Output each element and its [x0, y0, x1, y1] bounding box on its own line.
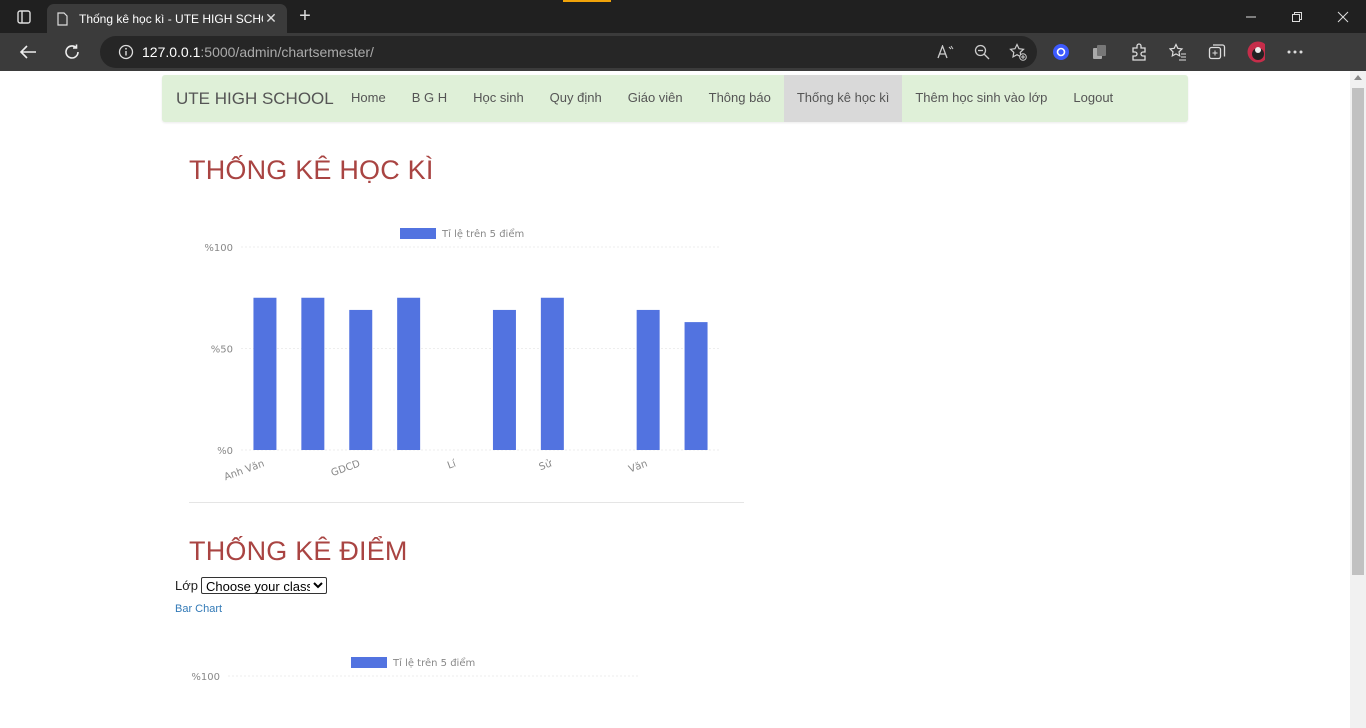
- legend-swatch: [351, 657, 387, 668]
- bar: [636, 309, 660, 450]
- y-tick-label: %100: [204, 243, 233, 254]
- browser-tab-active[interactable]: Thống kê học kì - UTE HIGH SCHOOL ✕: [47, 4, 287, 33]
- brand-logo[interactable]: UTE HIGH SCHOOL: [176, 75, 334, 122]
- score-stats-title: THỐNG KÊ ĐIỂM: [189, 536, 408, 566]
- page-icon: [55, 11, 69, 26]
- bar: [301, 297, 325, 450]
- nav-item-2[interactable]: Học sinh: [460, 75, 537, 122]
- nav-item-6[interactable]: Thống kê học kì: [783, 75, 903, 122]
- legend-label: Tỉ lệ trên 5 điểm: [392, 656, 475, 669]
- bar: [349, 309, 373, 450]
- add-favorite-icon[interactable]: [1009, 43, 1027, 61]
- profile-avatar-icon[interactable]: [1247, 41, 1265, 63]
- nav-menu: Home B G H Học sinh Quy định Giáo viên Thông …: [338, 75, 1126, 122]
- section-divider: [189, 502, 744, 503]
- y-tick-label: %0: [217, 446, 233, 457]
- close-window-icon[interactable]: [1320, 0, 1366, 33]
- class-select[interactable]: Choose your class: [201, 577, 327, 594]
- x-tick-label: Văn: [627, 458, 649, 475]
- minimize-icon[interactable]: [1228, 0, 1274, 33]
- tab-title: Thống kê học kì - UTE HIGH SCHOOL: [79, 11, 263, 26]
- extension-copy-icon[interactable]: [1091, 43, 1109, 61]
- collections-icon[interactable]: [1208, 43, 1226, 61]
- tab-actions-icon[interactable]: [10, 6, 38, 28]
- page-scrollbar[interactable]: [1350, 71, 1366, 728]
- bar: [540, 297, 564, 450]
- new-tab-icon[interactable]: +: [294, 5, 316, 27]
- tab-accent-line: [563, 0, 611, 2]
- class-filter: Lớp Choose your class: [175, 577, 327, 594]
- x-tick-label: GDCD: [330, 458, 362, 479]
- bar-chart-link[interactable]: Bar Chart: [175, 603, 222, 615]
- legend-swatch: [400, 228, 436, 239]
- bar: [397, 297, 421, 450]
- main-navbar: UTE HIGH SCHOOL Home B G H Học sinh Quy địn…: [162, 75, 1188, 122]
- extensions-puzzle-icon[interactable]: [1130, 43, 1148, 61]
- scroll-up-icon[interactable]: [1354, 75, 1362, 80]
- x-tick-label: Sử: [537, 457, 554, 473]
- site-info-icon[interactable]: [118, 44, 134, 60]
- semester-bar-chart: Tỉ lệ trên 5 điểm %100 %50 %0Anh Văn GDCD Lí S…: [204, 227, 720, 483]
- scroll-thumb[interactable]: [1352, 88, 1364, 575]
- bar: [684, 322, 708, 450]
- semester-stats-title: THỐNG KÊ HỌC KÌ: [189, 155, 434, 185]
- bar: [492, 309, 516, 450]
- class-label: Lớp: [175, 578, 198, 593]
- nav-item-4[interactable]: Giáo viên: [615, 75, 696, 122]
- bar: [253, 297, 277, 450]
- nav-item-1[interactable]: B G H: [399, 75, 460, 122]
- browser-tab-bar: Thống kê học kì - UTE HIGH SCHOOL ✕ +: [0, 0, 1366, 33]
- x-tick-label: Anh Văn: [223, 458, 266, 483]
- restore-icon[interactable]: [1274, 0, 1320, 33]
- x-tick-label: Lí: [446, 457, 459, 472]
- y-tick-label: %100: [191, 672, 220, 683]
- score-bar-chart: Tỉ lệ trên 5 điểm %100: [191, 656, 640, 683]
- extension-blue-icon[interactable]: [1052, 43, 1070, 61]
- url-field[interactable]: 127.0.0.1:5000/admin/chartsemester/: [100, 36, 1037, 68]
- url-path: :5000/admin/chartsemester/: [200, 44, 374, 60]
- settings-more-icon[interactable]: [1286, 43, 1304, 61]
- read-aloud-icon[interactable]: [937, 43, 955, 61]
- nav-item-3[interactable]: Quy định: [537, 75, 615, 122]
- refresh-icon[interactable]: [57, 37, 87, 67]
- nav-item-8[interactable]: Logout: [1060, 75, 1126, 122]
- page-viewport: UTE HIGH SCHOOL Home B G H Học sinh Quy địn…: [0, 71, 1350, 728]
- nav-item-7[interactable]: Thêm học sinh vào lớp: [902, 75, 1060, 122]
- nav-item-5[interactable]: Thông báo: [696, 75, 784, 122]
- address-bar: 127.0.0.1:5000/admin/chartsemester/: [0, 33, 1366, 71]
- url-host: 127.0.0.1: [142, 44, 201, 60]
- y-tick-label: %50: [211, 345, 233, 356]
- close-tab-icon[interactable]: ✕: [263, 10, 279, 27]
- favorites-icon[interactable]: [1169, 43, 1187, 61]
- legend-label: Tỉ lệ trên 5 điểm: [441, 227, 524, 240]
- nav-item-0[interactable]: Home: [338, 75, 399, 122]
- zoom-out-icon[interactable]: [973, 43, 991, 61]
- back-icon[interactable]: [13, 37, 43, 67]
